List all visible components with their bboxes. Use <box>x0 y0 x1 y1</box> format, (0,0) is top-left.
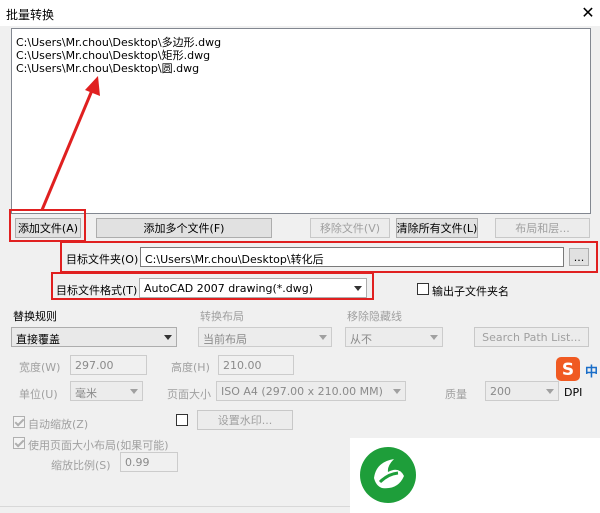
height-input[interactable]: 210.00 <box>218 355 294 375</box>
quality-label: 质量 <box>445 388 467 401</box>
add-file-button[interactable]: 添加文件(A) <box>15 218 81 238</box>
use-page-layout-label: 使用页面大小布局(如果可能) <box>28 439 169 452</box>
target-format-label: 目标文件格式(T) <box>56 284 138 297</box>
unit-value: 毫米 <box>75 387 97 400</box>
use-page-layout-checkbox[interactable] <box>13 437 25 449</box>
ime-badge: S 中 <box>555 356 600 382</box>
chevron-down-icon <box>354 286 362 291</box>
chevron-down-icon <box>130 389 138 394</box>
site-logo <box>350 438 600 513</box>
ime-language-indicator: 中 <box>585 365 599 380</box>
replace-rule-select[interactable]: 直接覆盖 <box>11 327 177 347</box>
scale-label: 缩放比例(S) <box>51 459 111 472</box>
page-size-select[interactable]: ISO A4 (297.00 x 210.00 MM) <box>216 381 406 401</box>
page-size-value: ISO A4 (297.00 x 210.00 MM) <box>221 385 383 398</box>
auto-zoom-checkbox[interactable] <box>13 416 25 428</box>
quality-value: 200 <box>490 385 511 398</box>
auto-zoom-label: 自动缩放(Z) <box>28 418 89 431</box>
chevron-down-icon <box>393 389 401 394</box>
width-input[interactable]: 297.00 <box>70 355 147 375</box>
add-multiple-files-button[interactable]: 添加多个文件(F) <box>96 218 272 238</box>
width-label: 宽度(W) <box>19 361 61 374</box>
svg-text:S: S <box>562 360 574 380</box>
browse-folder-button[interactable]: ... <box>569 248 589 266</box>
leaf-logo-icon <box>360 447 416 503</box>
watermark-checkbox[interactable] <box>176 414 188 426</box>
unit-label: 单位(U) <box>19 388 58 401</box>
chevron-down-icon <box>546 389 554 394</box>
scale-input[interactable]: 0.99 <box>120 452 178 472</box>
replace-rule-label: 替换规则 <box>13 310 57 323</box>
convert-layout-label: 转换布局 <box>200 310 244 323</box>
replace-rule-value: 直接覆盖 <box>16 333 60 346</box>
target-format-value: AutoCAD 2007 drawing(*.dwg) <box>144 282 313 295</box>
chevron-down-icon <box>319 335 327 340</box>
layout-and-layers-button[interactable]: 布局和层... <box>495 218 590 238</box>
output-subfolder-checkbox[interactable] <box>417 283 429 295</box>
dpi-unit-label: DPI <box>564 386 583 399</box>
remove-hidden-lines-select[interactable]: 从不 <box>345 327 443 347</box>
convert-layout-select[interactable]: 当前布局 <box>198 327 332 347</box>
batch-convert-window: 批量转换 ✕ C:\Users\Mr.chou\Desktop\多边形.dwg … <box>0 0 600 513</box>
search-path-list-button[interactable]: Search Path List... <box>474 327 589 347</box>
clear-all-files-button[interactable]: 清除所有文件(L) <box>396 218 478 238</box>
set-watermark-button[interactable]: 设置水印... <box>197 410 293 430</box>
convert-layout-value: 当前布局 <box>203 333 247 346</box>
unit-select[interactable]: 毫米 <box>70 381 143 401</box>
page-size-label: 页面大小 <box>167 388 211 401</box>
height-label: 高度(H) <box>171 361 210 374</box>
remove-file-button[interactable]: 移除文件(V) <box>310 218 390 238</box>
target-folder-label: 目标文件夹(O) <box>66 253 139 266</box>
chevron-down-icon <box>164 335 172 340</box>
output-subfolder-label: 输出子文件夹名 <box>432 285 509 298</box>
chevron-down-icon <box>430 335 438 340</box>
remove-hidden-lines-label: 移除隐藏线 <box>347 310 402 323</box>
target-folder-input[interactable]: C:\Users\Mr.chou\Desktop\转化后 <box>140 247 564 267</box>
remove-hidden-lines-value: 从不 <box>350 333 372 346</box>
target-format-select[interactable]: AutoCAD 2007 drawing(*.dwg) <box>139 278 367 298</box>
quality-select[interactable]: 200 <box>485 381 559 401</box>
